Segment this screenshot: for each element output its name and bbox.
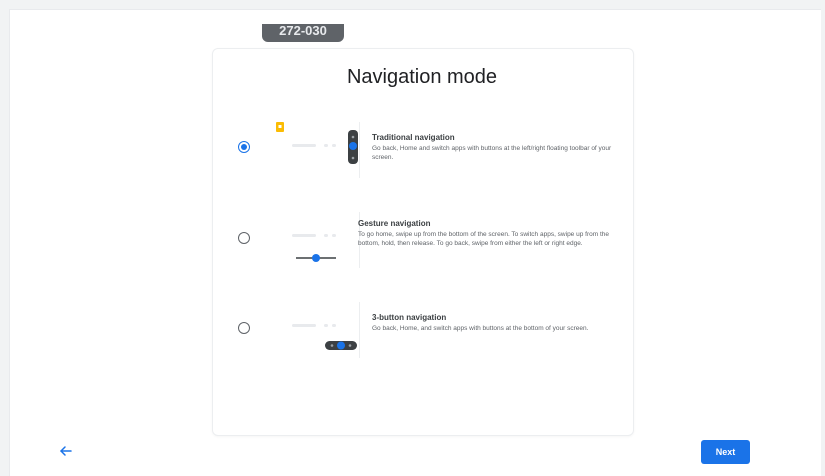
top-status-chip: 272-030 — [262, 24, 344, 42]
option-description: Go back, Home, and switch apps with butt… — [372, 325, 589, 332]
traditional-navigation-illustration — [272, 118, 360, 182]
option-traditional-navigation[interactable]: Traditional navigation Go back, Home and… — [230, 118, 620, 188]
gesture-navigation-graphic — [292, 212, 360, 268]
window-frame-top — [0, 0, 825, 9]
window-frame-right — [821, 0, 825, 476]
option-gesture-navigation[interactable]: Gesture navigation To go home, swipe up … — [230, 208, 620, 278]
window-frame-left — [0, 0, 9, 476]
option-title: Gesture navigation — [358, 219, 431, 228]
arrow-left-icon — [60, 446, 72, 456]
option-3-button-navigation[interactable]: 3-button navigation Go back, Home, and s… — [230, 298, 620, 368]
3-button-navigation-graphic — [292, 302, 360, 358]
option-title: Traditional navigation — [372, 133, 455, 142]
radio-3-button-navigation[interactable] — [238, 322, 250, 334]
radio-gesture-navigation[interactable] — [238, 232, 250, 244]
frame-divider — [9, 9, 821, 10]
3-button-navigation-illustration — [272, 298, 360, 362]
traditional-navigation-graphic — [276, 122, 360, 178]
option-description: To go home, swipe up from the bottom of … — [358, 231, 609, 247]
back-button[interactable] — [58, 443, 74, 459]
top-chip-text: 272-030 — [279, 24, 327, 38]
radio-traditional-navigation[interactable] — [238, 141, 250, 153]
page-title: Navigation mode — [346, 66, 498, 88]
frame-divider-vertical — [9, 9, 10, 476]
next-button[interactable]: Next — [701, 440, 750, 464]
gesture-navigation-illustration — [272, 208, 360, 272]
option-title: 3-button navigation — [372, 313, 447, 322]
option-description: Go back, Home and switch apps with butto… — [372, 145, 612, 161]
